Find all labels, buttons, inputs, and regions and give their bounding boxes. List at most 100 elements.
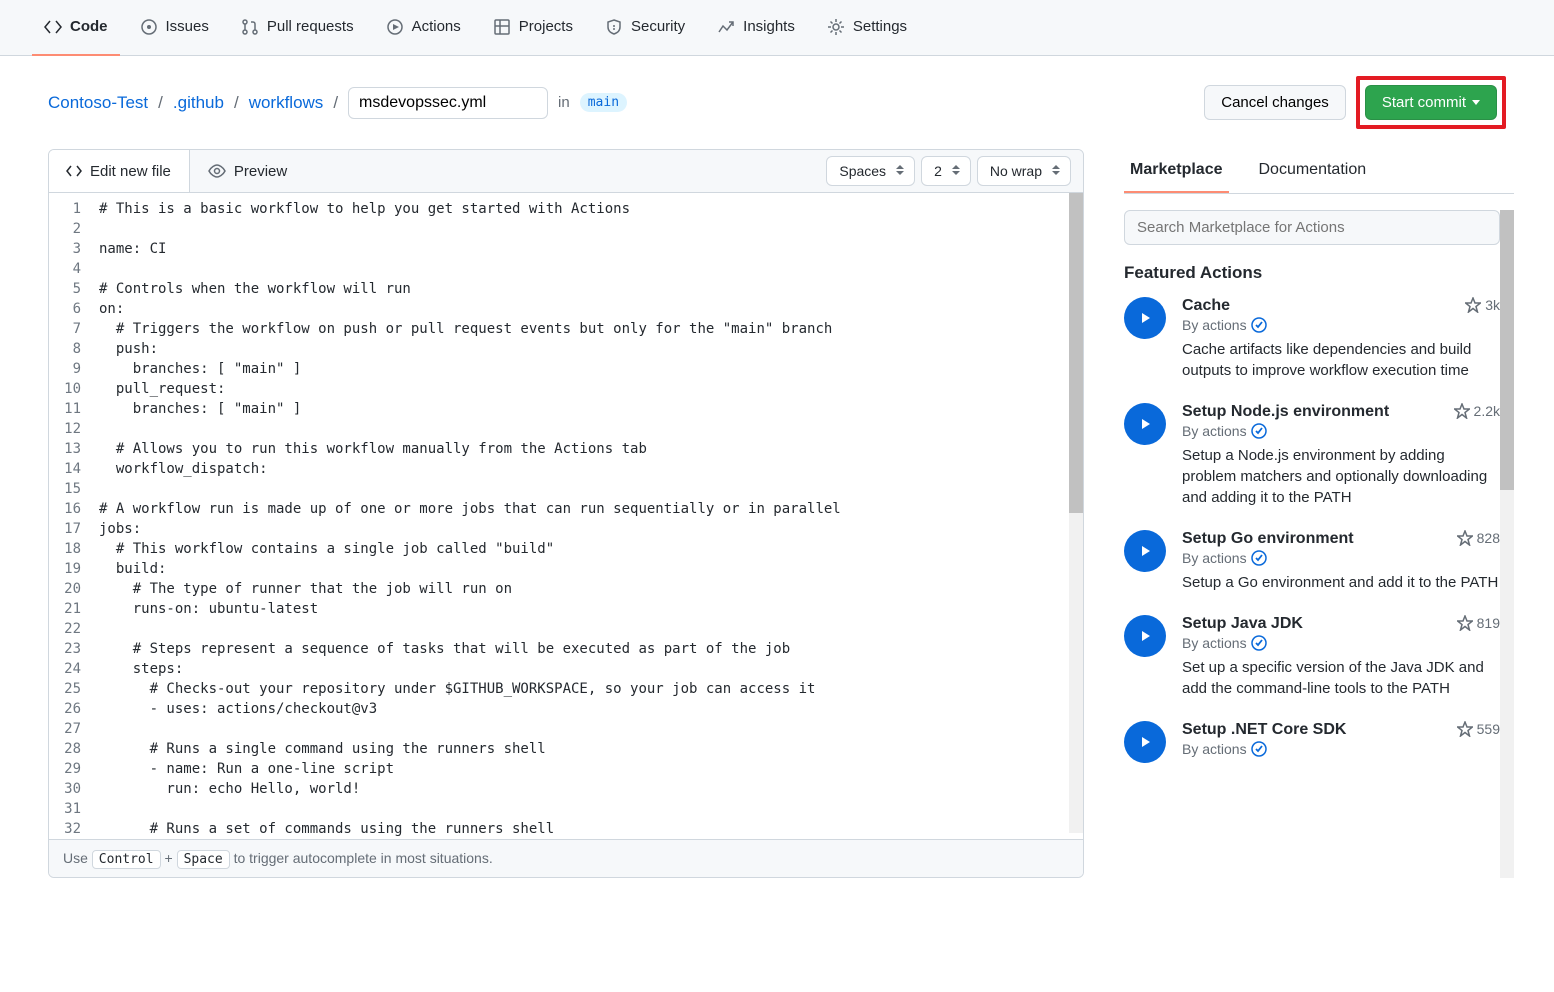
code-line[interactable]: 29 - name: Run a one-line script xyxy=(49,759,1083,779)
action-stars[interactable]: 828 xyxy=(1457,530,1500,546)
nav-settings[interactable]: Settings xyxy=(815,0,919,56)
code-line[interactable]: 24 steps: xyxy=(49,659,1083,679)
line-text: # The type of runner that the job will r… xyxy=(99,579,512,599)
filename-input[interactable] xyxy=(348,87,548,119)
code-line[interactable]: 31 xyxy=(49,799,1083,819)
line-number: 8 xyxy=(49,339,99,359)
nav-code[interactable]: Code xyxy=(32,0,120,56)
code-line[interactable]: 23 # Steps represent a sequence of tasks… xyxy=(49,639,1083,659)
line-number: 29 xyxy=(49,759,99,779)
code-line[interactable]: 28 # Runs a single command using the run… xyxy=(49,739,1083,759)
line-text: branches: [ "main" ] xyxy=(99,399,301,419)
marketplace-search-input[interactable] xyxy=(1124,210,1500,245)
tab-documentation[interactable]: Documentation xyxy=(1253,149,1373,193)
action-title[interactable]: Cache xyxy=(1182,297,1230,315)
code-line[interactable]: 4 xyxy=(49,259,1083,279)
nav-pulls[interactable]: Pull requests xyxy=(229,0,366,56)
code-line[interactable]: 12 xyxy=(49,419,1083,439)
code-line[interactable]: 22 xyxy=(49,619,1083,639)
action-stars[interactable]: 3k xyxy=(1465,297,1500,313)
editor-footer-hint: Use Control + Space to trigger autocompl… xyxy=(49,839,1083,877)
action-title[interactable]: Setup Go environment xyxy=(1182,530,1354,548)
line-text: run: echo Hello, world! xyxy=(99,779,360,799)
action-card[interactable]: Setup Node.js environment 2.2k By action… xyxy=(1124,403,1500,508)
code-line[interactable]: 15 xyxy=(49,479,1083,499)
line-number: 31 xyxy=(49,799,99,819)
scrollbar-thumb[interactable] xyxy=(1069,193,1083,513)
action-stars[interactable]: 2.2k xyxy=(1454,403,1500,419)
line-text: # Triggers the workflow on push or pull … xyxy=(99,319,832,339)
line-number: 10 xyxy=(49,379,99,399)
star-icon xyxy=(1457,721,1473,737)
code-icon xyxy=(44,18,62,36)
line-text: jobs: xyxy=(99,519,141,539)
action-title[interactable]: Setup Node.js environment xyxy=(1182,403,1389,421)
action-description: Setup a Node.js environment by adding pr… xyxy=(1182,445,1500,508)
action-card[interactable]: Setup Go environment 828 By actions Setu… xyxy=(1124,530,1500,593)
action-title[interactable]: Setup .NET Core SDK xyxy=(1182,721,1346,739)
code-line[interactable]: 9 branches: [ "main" ] xyxy=(49,359,1083,379)
action-card[interactable]: Cache 3k By actions Cache artifacts like… xyxy=(1124,297,1500,381)
code-line[interactable]: 6on: xyxy=(49,299,1083,319)
tab-marketplace[interactable]: Marketplace xyxy=(1124,149,1229,193)
action-stars[interactable]: 819 xyxy=(1457,615,1500,631)
action-stars[interactable]: 559 xyxy=(1457,721,1500,737)
action-card[interactable]: Setup Java JDK 819 By actions Set up a s… xyxy=(1124,615,1500,699)
code-line[interactable]: 21 runs-on: ubuntu-latest xyxy=(49,599,1083,619)
code-line[interactable]: 11 branches: [ "main" ] xyxy=(49,399,1083,419)
start-commit-button[interactable]: Start commit xyxy=(1365,85,1497,120)
verified-icon xyxy=(1251,423,1267,439)
breadcrumb-dir1[interactable]: .github xyxy=(173,93,224,113)
breadcrumb-dir2[interactable]: workflows xyxy=(249,93,324,113)
line-text: name: CI xyxy=(99,239,166,259)
nav-actions[interactable]: Actions xyxy=(374,0,473,56)
line-number: 26 xyxy=(49,699,99,719)
verified-icon xyxy=(1251,550,1267,566)
line-number: 2 xyxy=(49,219,99,239)
code-line[interactable]: 10 pull_request: xyxy=(49,379,1083,399)
scrollbar[interactable] xyxy=(1069,193,1083,833)
nav-projects[interactable]: Projects xyxy=(481,0,585,56)
code-line[interactable]: 30 run: echo Hello, world! xyxy=(49,779,1083,799)
scrollbar[interactable] xyxy=(1500,210,1514,878)
code-line[interactable]: 25 # Checks-out your repository under $G… xyxy=(49,679,1083,699)
indent-mode-select[interactable]: Spaces xyxy=(826,156,915,186)
indent-size-select[interactable]: 2 xyxy=(921,156,971,186)
code-line[interactable]: 17jobs: xyxy=(49,519,1083,539)
code-line[interactable]: 19 build: xyxy=(49,559,1083,579)
branch-badge[interactable]: main xyxy=(580,93,627,112)
line-text: # Steps represent a sequence of tasks th… xyxy=(99,639,790,659)
code-line[interactable]: 16# A workflow run is made up of one or … xyxy=(49,499,1083,519)
code-line[interactable]: 14 workflow_dispatch: xyxy=(49,459,1083,479)
nav-label: Settings xyxy=(853,18,907,35)
scrollbar-thumb[interactable] xyxy=(1500,210,1514,490)
line-number: 30 xyxy=(49,779,99,799)
nav-security[interactable]: Security xyxy=(593,0,697,56)
code-line[interactable]: 26 - uses: actions/checkout@v3 xyxy=(49,699,1083,719)
tab-edit-new-file[interactable]: Edit new file xyxy=(48,150,190,192)
code-line[interactable]: 2 xyxy=(49,219,1083,239)
code-line[interactable]: 1# This is a basic workflow to help you … xyxy=(49,199,1083,219)
wrap-mode-select[interactable]: No wrap xyxy=(977,156,1071,186)
breadcrumb-repo[interactable]: Contoso-Test xyxy=(48,93,148,113)
code-line[interactable]: 20 # The type of runner that the job wil… xyxy=(49,579,1083,599)
code-line[interactable]: 13 # Allows you to run this workflow man… xyxy=(49,439,1083,459)
cancel-changes-button[interactable]: Cancel changes xyxy=(1204,85,1346,120)
nav-insights[interactable]: Insights xyxy=(705,0,807,56)
featured-actions-heading: Featured Actions xyxy=(1124,263,1500,283)
code-line[interactable]: 8 push: xyxy=(49,339,1083,359)
code-line[interactable]: 7 # Triggers the workflow on push or pul… xyxy=(49,319,1083,339)
tab-preview[interactable]: Preview xyxy=(190,150,305,192)
action-description: Setup a Go environment and add it to the… xyxy=(1182,572,1500,593)
code-editor[interactable]: 1# This is a basic workflow to help you … xyxy=(49,193,1083,839)
nav-issues[interactable]: Issues xyxy=(128,0,221,56)
code-line[interactable]: 18 # This workflow contains a single job… xyxy=(49,539,1083,559)
code-line[interactable]: 27 xyxy=(49,719,1083,739)
action-title[interactable]: Setup Java JDK xyxy=(1182,615,1303,633)
code-line[interactable]: 3name: CI xyxy=(49,239,1083,259)
code-line[interactable]: 5# Controls when the workflow will run xyxy=(49,279,1083,299)
action-card[interactable]: Setup .NET Core SDK 559 By actions xyxy=(1124,721,1500,763)
action-play-icon xyxy=(1124,297,1166,339)
line-text: # Controls when the workflow will run xyxy=(99,279,411,299)
code-line[interactable]: 32 # Runs a set of commands using the ru… xyxy=(49,819,1083,839)
